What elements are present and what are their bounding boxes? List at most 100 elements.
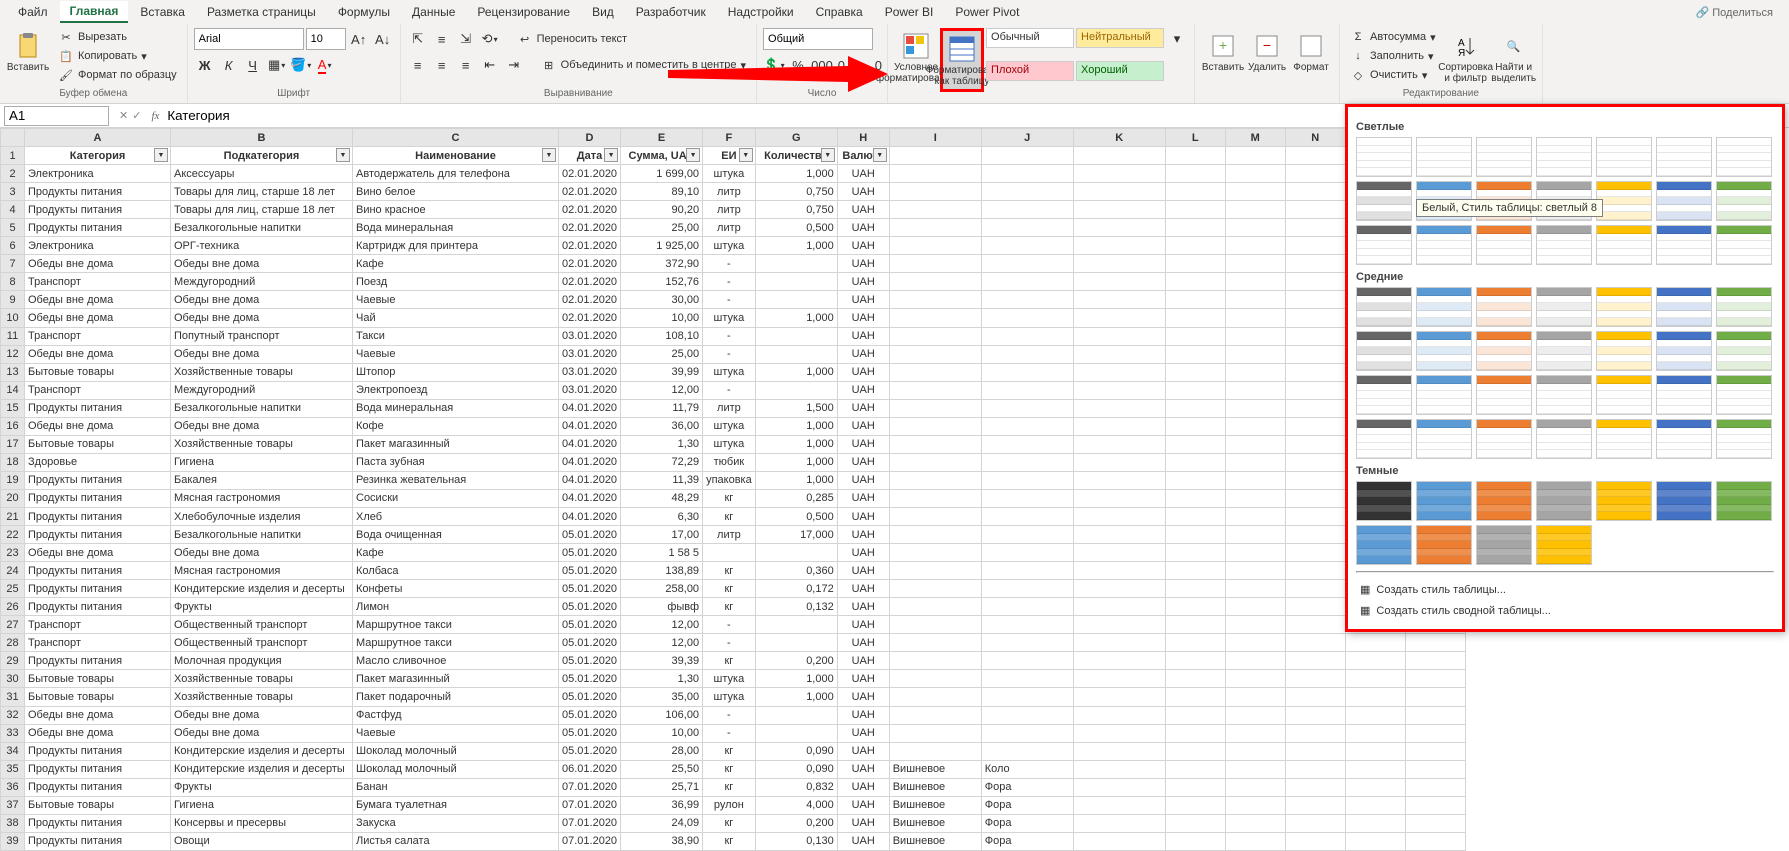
row-header[interactable]: 6 [1,237,25,255]
cell[interactable]: литр [703,526,756,544]
table-style-swatch[interactable] [1356,331,1412,371]
cell[interactable] [1165,237,1225,255]
cell[interactable]: UAH [837,471,889,489]
cell[interactable] [1285,327,1345,345]
cell[interactable] [1405,814,1465,832]
cell[interactable] [889,363,981,381]
cell[interactable] [1073,616,1165,634]
cell[interactable] [1345,760,1405,778]
align-left-button[interactable]: ≡ [407,54,429,76]
cell[interactable]: 10,00 [621,309,703,327]
table-style-swatch[interactable] [1716,331,1772,371]
cell[interactable]: 04.01.2020 [559,471,621,489]
cell[interactable] [1165,724,1225,742]
cell[interactable] [1285,670,1345,688]
italic-button[interactable]: К [218,54,240,76]
cell[interactable]: литр [703,219,756,237]
cell[interactable] [1165,742,1225,760]
cell[interactable] [889,381,981,399]
cell[interactable] [981,381,1073,399]
cell[interactable]: 1 58 5 [621,544,703,562]
cell[interactable]: штука [703,309,756,327]
table-header-cell[interactable]: Категория▼ [25,147,171,165]
cell[interactable] [1285,724,1345,742]
cell[interactable]: кг [703,832,756,850]
cell[interactable] [1405,706,1465,724]
cell[interactable] [889,453,981,471]
cell[interactable] [1073,760,1165,778]
cell[interactable]: UAH [837,778,889,796]
underline-button[interactable]: Ч [242,54,264,76]
cell[interactable]: кг [703,507,756,525]
orientation-button[interactable]: ⟲ [479,28,501,50]
font-name-input[interactable] [194,28,304,50]
cell[interactable]: Вода очищенная [353,526,559,544]
insert-cells-button[interactable]: +Вставить [1201,28,1245,75]
wrap-text-button[interactable]: ↩Переносить текст [513,30,631,48]
cell[interactable]: Бытовые товары [25,670,171,688]
cell[interactable] [1345,634,1405,652]
table-style-swatch[interactable] [1476,375,1532,415]
cell[interactable] [981,507,1073,525]
cell[interactable]: кг [703,760,756,778]
cell[interactable]: 1,000 [755,309,837,327]
cell[interactable] [1345,706,1405,724]
row-header[interactable]: 3 [1,183,25,201]
col-header[interactable]: M [1225,129,1285,147]
cell[interactable]: Транспорт [25,616,171,634]
cell[interactable] [1165,706,1225,724]
cell[interactable]: Продукты питания [25,580,171,598]
cell[interactable]: штука [703,237,756,255]
cell[interactable]: 04.01.2020 [559,435,621,453]
cell[interactable] [1285,381,1345,399]
cell[interactable]: UAH [837,363,889,381]
cell[interactable]: Хозяйственные товары [171,670,353,688]
cell[interactable]: Безалкогольные напитки [171,526,353,544]
cell[interactable] [1165,291,1225,309]
cell[interactable] [1405,634,1465,652]
cell[interactable] [981,616,1073,634]
table-header-cell[interactable]: Количество▼ [755,147,837,165]
cell[interactable] [1073,255,1165,273]
delete-cells-button[interactable]: −Удалить [1245,28,1289,75]
cell[interactable] [1405,796,1465,814]
col-header[interactable]: H [837,129,889,147]
cell[interactable]: 10,00 [621,724,703,742]
cell[interactable] [1165,327,1225,345]
row-header[interactable]: 20 [1,489,25,507]
cell[interactable]: Маршрутное такси [353,634,559,652]
cell[interactable] [1165,670,1225,688]
cell[interactable]: UAH [837,309,889,327]
cell[interactable]: 1 699,00 [621,165,703,183]
cell[interactable] [1073,580,1165,598]
table-style-swatch[interactable] [1656,375,1712,415]
cell[interactable]: Продукты питания [25,507,171,525]
filter-dropdown-icon[interactable]: ▼ [873,148,887,162]
cell[interactable]: Продукты питания [25,183,171,201]
cell[interactable] [1345,652,1405,670]
cell[interactable] [1405,652,1465,670]
cell[interactable] [889,580,981,598]
cell[interactable]: 72,29 [621,453,703,471]
col-header[interactable]: A [25,129,171,147]
cell[interactable]: штука [703,435,756,453]
cell[interactable] [889,706,981,724]
select-all-corner[interactable] [1,129,25,147]
font-color-button[interactable]: А [314,54,336,76]
cell[interactable] [889,598,981,616]
row-header[interactable]: 28 [1,634,25,652]
tab-data[interactable]: Данные [402,2,465,22]
cell[interactable]: 02.01.2020 [559,309,621,327]
cell[interactable]: штука [703,363,756,381]
cell[interactable] [1225,363,1285,381]
cell[interactable]: UAH [837,327,889,345]
cell[interactable] [1285,255,1345,273]
cell[interactable]: Чаевые [353,291,559,309]
cell[interactable]: Гигиена [171,453,353,471]
cell[interactable] [1225,291,1285,309]
cell[interactable] [1285,814,1345,832]
row-header[interactable]: 9 [1,291,25,309]
cell[interactable] [1285,273,1345,291]
cell[interactable]: 372,90 [621,255,703,273]
cell[interactable] [1073,652,1165,670]
